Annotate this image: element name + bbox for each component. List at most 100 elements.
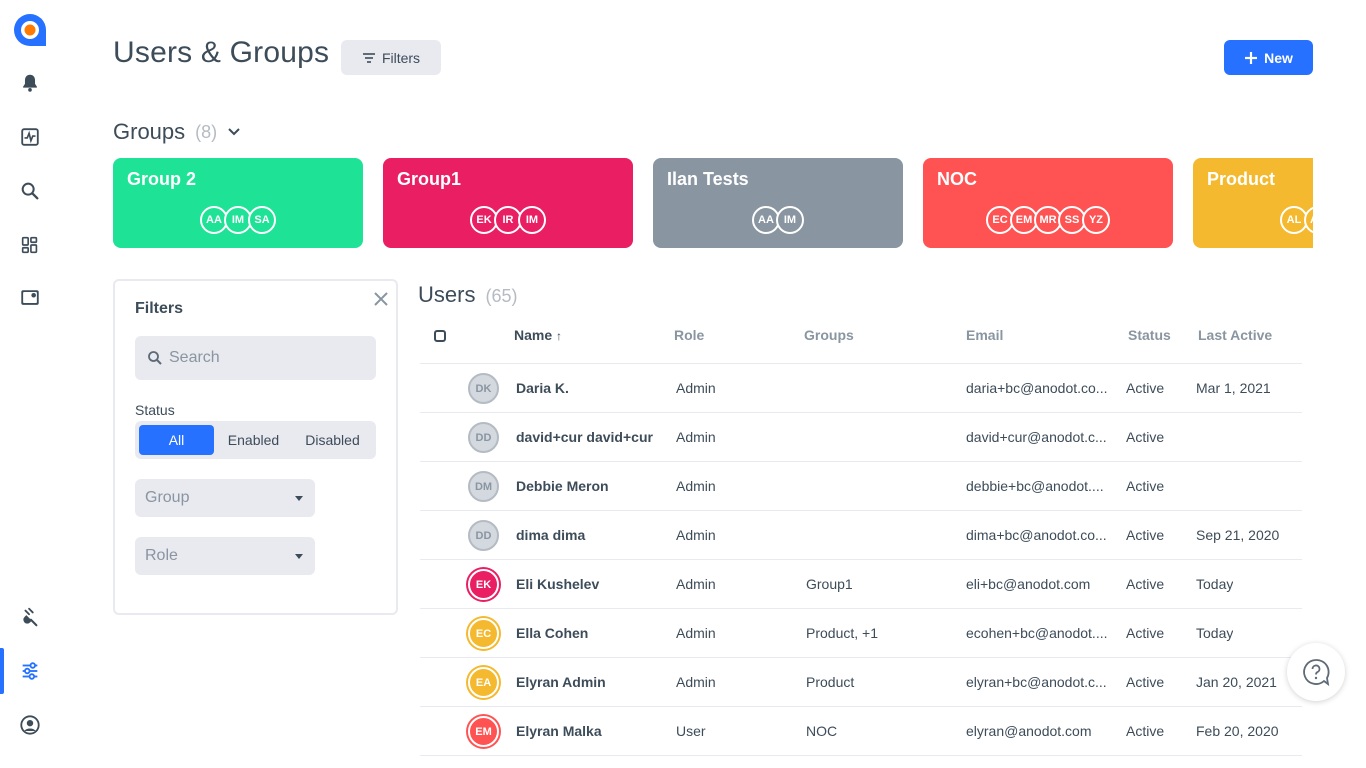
chevron-down-icon[interactable] [227, 125, 241, 139]
table-row[interactable]: EC Ella Cohen Admin Product, +1 ecohen+bc@an… [420, 609, 1302, 658]
sidebar [0, 0, 60, 768]
user-last-active: Today [1196, 576, 1234, 592]
filters-button[interactable]: Filters [341, 40, 441, 75]
plus-icon [1245, 51, 1258, 64]
user-status: Active [1126, 674, 1165, 690]
caret-down-icon [295, 495, 303, 501]
user-role: Admin [676, 527, 716, 543]
table-header: Name ↑ Role Groups Email Status Last Act… [420, 320, 1302, 364]
user-role: Admin [676, 429, 716, 445]
group-card[interactable]: Group1 EK IR IM [383, 158, 633, 248]
user-status: Active [1126, 380, 1165, 396]
table-row[interactable]: DK Daria K. Admin daria+bc@anodot.co... Acti… [420, 364, 1302, 413]
user-role: Admin [676, 576, 716, 592]
tv-icon[interactable] [12, 280, 48, 316]
new-button[interactable]: New [1224, 40, 1313, 75]
user-last-active: Sep 21, 2020 [1196, 527, 1280, 543]
group-member-avatars: AA IM SA [113, 206, 363, 234]
column-role[interactable]: Role [674, 327, 704, 343]
table-row[interactable]: DD dima dima Admin dima+bc@anodot.co... Acti… [420, 511, 1302, 560]
users-title: Users [418, 282, 476, 307]
user-name: Elyran Malka [516, 723, 602, 739]
user-status: Active [1126, 576, 1165, 592]
status-toggle: All Enabled Disabled [135, 421, 376, 459]
column-last-active[interactable]: Last Active [1198, 327, 1272, 343]
member-avatar: IM [776, 206, 804, 234]
groups-title: Groups [113, 119, 186, 144]
member-avatar: IM [518, 206, 546, 234]
group-select-placeholder: Group [145, 489, 190, 506]
member-avatar: SA [248, 206, 276, 234]
status-enabled[interactable]: Enabled [214, 425, 293, 455]
groups-header: Groups (8) [113, 119, 241, 145]
sliders-icon[interactable] [12, 653, 48, 689]
new-button-label: New [1264, 49, 1293, 66]
filters-button-label: Filters [381, 49, 421, 66]
status-disabled[interactable]: Disabled [293, 425, 372, 455]
column-groups[interactable]: Groups [804, 327, 854, 343]
group-card[interactable]: NOC EC EM MR SS YZ [923, 158, 1173, 248]
avatar: DM [468, 471, 499, 502]
user-name: Eli Kushelev [516, 576, 600, 592]
table-row[interactable]: DM Debbie Meron Admin debbie+bc@anodot.... A… [420, 462, 1302, 511]
dashboard-icon[interactable] [12, 227, 48, 263]
user-name: Daria K. [516, 380, 569, 396]
activity-icon[interactable] [12, 119, 48, 155]
group-member-avatars: EC EM MR SS YZ [923, 206, 1173, 234]
close-icon[interactable] [371, 289, 391, 309]
user-last-active: Feb 20, 2020 [1196, 723, 1279, 739]
role-select[interactable]: Role [135, 537, 315, 575]
caret-down-icon [295, 553, 303, 559]
plug-icon[interactable] [12, 599, 48, 635]
user-groups: Group1 [806, 576, 853, 592]
column-name[interactable]: Name ↑ [514, 327, 562, 343]
user-status: Active [1126, 723, 1165, 739]
status-all[interactable]: All [139, 425, 214, 455]
group-card[interactable]: Ilan Tests AA IM [653, 158, 903, 248]
group-member-avatars: ALAUA [1193, 206, 1313, 234]
user-icon[interactable] [12, 707, 48, 743]
user-role: User [676, 723, 706, 739]
group-member-avatars: EK IR IM [383, 206, 633, 234]
sidebar-active-indicator [0, 648, 4, 694]
user-groups: Product, +1 [806, 625, 878, 641]
avatar: DD [468, 422, 499, 453]
group-name: Product [1207, 169, 1276, 189]
role-select-placeholder: Role [145, 547, 178, 564]
user-status: Active [1126, 625, 1165, 641]
users-header: Users (65) [418, 282, 517, 308]
users-table-body: DK Daria K. Admin daria+bc@anodot.co... Acti… [420, 364, 1302, 756]
group-card[interactable]: Group 2 AA IM SA [113, 158, 363, 248]
user-email: elyran@anodot.com [966, 723, 1092, 739]
table-row[interactable]: EK Eli Kushelev Admin Group1 eli+bc@anodot.c… [420, 560, 1302, 609]
user-name: Debbie Meron [516, 478, 609, 494]
user-groups: NOC [806, 723, 838, 739]
table-row[interactable]: EM Elyran Malka User NOC elyran@anodot.com Ac… [420, 707, 1302, 756]
user-last-active: Mar 1, 2021 [1196, 380, 1271, 396]
user-role: Admin [676, 625, 716, 641]
group-card[interactable]: Product ALAUA [1193, 158, 1313, 248]
column-email[interactable]: Email [966, 327, 1003, 343]
table-row[interactable]: DD david+cur david+cur Admin david+cur@anod… [420, 413, 1302, 462]
column-status[interactable]: Status [1128, 327, 1171, 343]
filter-panel-title: Filters [135, 300, 184, 317]
user-name: Elyran Admin [516, 674, 606, 690]
group-select[interactable]: Group [135, 479, 315, 517]
groups-strip: Group 2 AA IM SA Group1 EK IR IM Ilan Tests AA IM N… [113, 158, 1313, 248]
logo-icon[interactable] [12, 12, 48, 48]
table-row[interactable]: EA Elyran Admin Admin Product elyran+bc@anod… [420, 658, 1302, 707]
user-groups: Product [806, 674, 855, 690]
user-email: ecohen+bc@anodot.... [966, 625, 1108, 641]
filter-icon [362, 52, 375, 63]
select-all-checkbox[interactable] [434, 330, 446, 342]
search-input[interactable] [169, 349, 369, 367]
bell-icon[interactable] [12, 65, 48, 101]
help-button[interactable] [1287, 643, 1345, 701]
avatar: DD [468, 520, 499, 551]
user-email: debbie+bc@anodot.... [966, 478, 1104, 494]
avatar: EM [468, 716, 499, 747]
status-label: Status [135, 402, 175, 418]
search-icon[interactable] [12, 173, 48, 209]
search-field[interactable] [135, 336, 376, 380]
sort-arrow-up-icon: ↑ [556, 329, 563, 343]
